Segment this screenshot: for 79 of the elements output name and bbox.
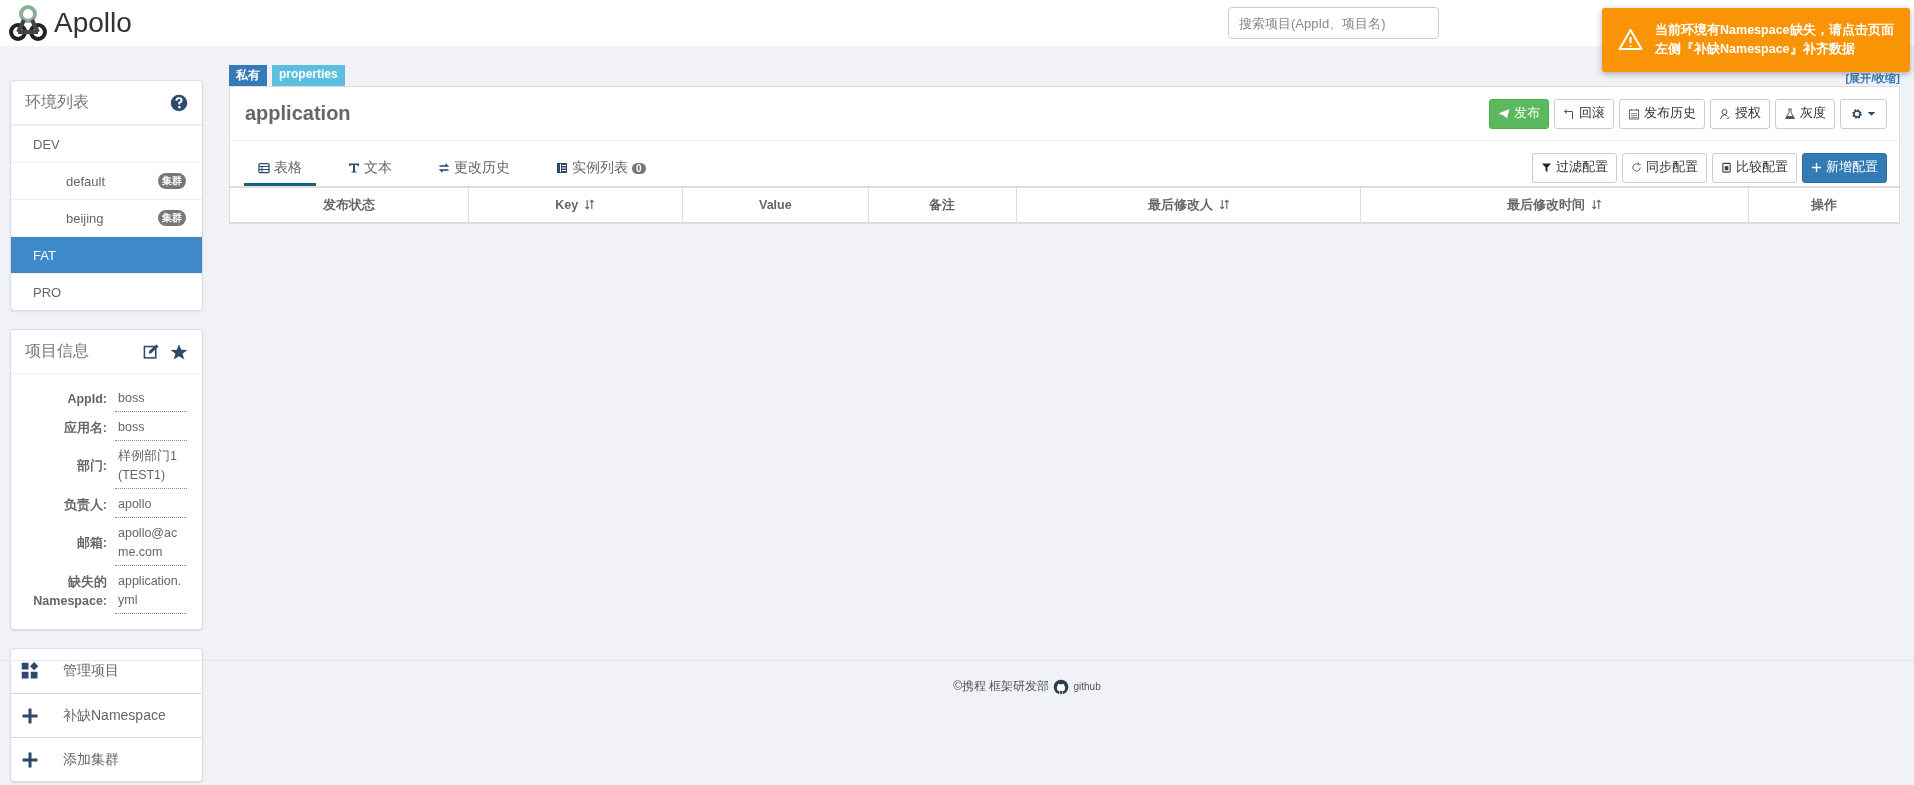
column-header: 最后修改时间 bbox=[1360, 187, 1749, 222]
tab[interactable]: 实例列表 0 bbox=[542, 159, 660, 186]
env-item[interactable]: DEV bbox=[11, 125, 202, 162]
grid-icon bbox=[21, 662, 39, 680]
cluster-item[interactable]: default 集群 bbox=[11, 162, 202, 199]
rollback-button[interactable]: 回滚 bbox=[1554, 98, 1614, 129]
compare-button[interactable]: 比较配置 bbox=[1712, 152, 1797, 183]
field-value: boss bbox=[115, 415, 187, 441]
cluster-badge: 集群 bbox=[158, 173, 186, 189]
tab[interactable]: 文本 bbox=[334, 159, 406, 186]
edit-icon[interactable] bbox=[143, 343, 160, 360]
sort-icon bbox=[1218, 198, 1230, 210]
plus-icon bbox=[21, 706, 39, 725]
namespace-tag: 私有 bbox=[229, 65, 267, 86]
sort-icon bbox=[1591, 198, 1603, 210]
tab[interactable]: 更改历史 bbox=[424, 159, 524, 186]
github-icon bbox=[1053, 678, 1070, 695]
calendar-icon bbox=[1628, 107, 1640, 120]
add-button[interactable]: 新增配置 bbox=[1802, 152, 1887, 183]
env-item[interactable]: FAT bbox=[11, 236, 202, 273]
filter-button[interactable]: 过滤配置 bbox=[1532, 152, 1617, 183]
text-icon bbox=[348, 162, 360, 174]
column-header: Value bbox=[682, 187, 869, 222]
column-header: 操作 bbox=[1748, 187, 1899, 222]
column-header: 最后修改人 bbox=[1016, 187, 1361, 222]
undo-icon bbox=[1563, 107, 1575, 120]
field-label: AppId: bbox=[66, 390, 107, 408]
logo-icon bbox=[8, 4, 48, 42]
canary-release-button[interactable]: 灰度 bbox=[1775, 98, 1835, 129]
column-header: Key bbox=[468, 187, 683, 222]
settings-button[interactable] bbox=[1840, 98, 1887, 129]
search-field[interactable]: 搜索项目(AppId、项目名) bbox=[1228, 7, 1439, 39]
field-label: 部门: bbox=[75, 458, 107, 475]
namespace-tag: properties bbox=[272, 65, 345, 86]
env-item[interactable]: PRO bbox=[11, 273, 202, 310]
action-link[interactable]: 管理项目 bbox=[63, 662, 119, 680]
caret-icon bbox=[1867, 109, 1876, 118]
column-header: 备注 bbox=[868, 187, 1017, 222]
tab[interactable]: 表格 bbox=[244, 159, 316, 186]
action-link[interactable]: 补缺Namespace bbox=[63, 706, 166, 725]
column-header: 发布状态 bbox=[230, 187, 469, 222]
help-icon bbox=[170, 93, 188, 112]
field-value: boss bbox=[115, 386, 187, 412]
field-label: 邮箱: bbox=[75, 535, 107, 552]
toggle-link[interactable]: [展开/收缩] bbox=[1845, 71, 1900, 86]
field-value: apollo@acme.com bbox=[115, 521, 187, 566]
field-label: 负责人: bbox=[62, 496, 107, 514]
cluster-badge: 集群 bbox=[158, 210, 186, 226]
field-label: 缺失的Namespace: bbox=[32, 573, 107, 610]
field-value: apollo bbox=[115, 492, 187, 518]
panel-title: 项目信息 bbox=[25, 341, 90, 361]
settings-icon bbox=[1851, 107, 1863, 120]
action-link[interactable]: 添加集群 bbox=[63, 750, 119, 769]
plus-icon bbox=[1811, 162, 1822, 173]
footer-text: ©携程 框架研发部 bbox=[953, 678, 1050, 695]
filter-icon bbox=[1541, 162, 1552, 173]
refresh-icon bbox=[1631, 162, 1642, 173]
flask-icon bbox=[1784, 107, 1796, 120]
warning-icon bbox=[1618, 28, 1644, 52]
count-badge: 0 bbox=[632, 162, 646, 174]
user-icon bbox=[1719, 107, 1731, 120]
logo-text: Apollo bbox=[54, 7, 132, 39]
panel-title: 环境列表 bbox=[25, 92, 90, 112]
github-link[interactable]: github bbox=[1073, 681, 1101, 692]
namespace-name: application bbox=[245, 102, 352, 125]
sync-button[interactable]: 同步配置 bbox=[1622, 152, 1707, 183]
toast-message: 当前环境有Namespace缺失，请点击页面左侧『补缺Namespace』补齐数据 bbox=[1655, 22, 1895, 58]
field-value: application.yml bbox=[115, 569, 187, 614]
history-button[interactable]: 发布历史 bbox=[1619, 98, 1705, 129]
list-icon bbox=[556, 162, 568, 174]
send-icon bbox=[1498, 107, 1510, 120]
sort-icon bbox=[584, 199, 596, 210]
field-value: 样例部门1(TEST1) bbox=[115, 444, 187, 489]
swap-icon bbox=[438, 162, 450, 174]
permission-button[interactable]: 授权 bbox=[1710, 98, 1770, 129]
table-icon bbox=[258, 162, 270, 174]
star-icon[interactable] bbox=[170, 342, 188, 361]
plus-icon bbox=[21, 750, 39, 769]
field-label: 应用名: bbox=[62, 419, 107, 437]
